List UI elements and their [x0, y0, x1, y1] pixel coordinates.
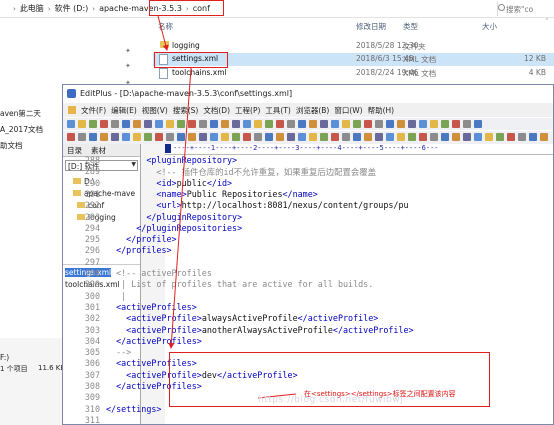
- arrow-to-settings: [157, 15, 169, 51]
- annotation-note: 在<settings></settings>标签之间配置该内容: [304, 390, 456, 398]
- arrow-to-editor: [168, 67, 192, 349]
- annotation-arrows: [157, 15, 297, 399]
